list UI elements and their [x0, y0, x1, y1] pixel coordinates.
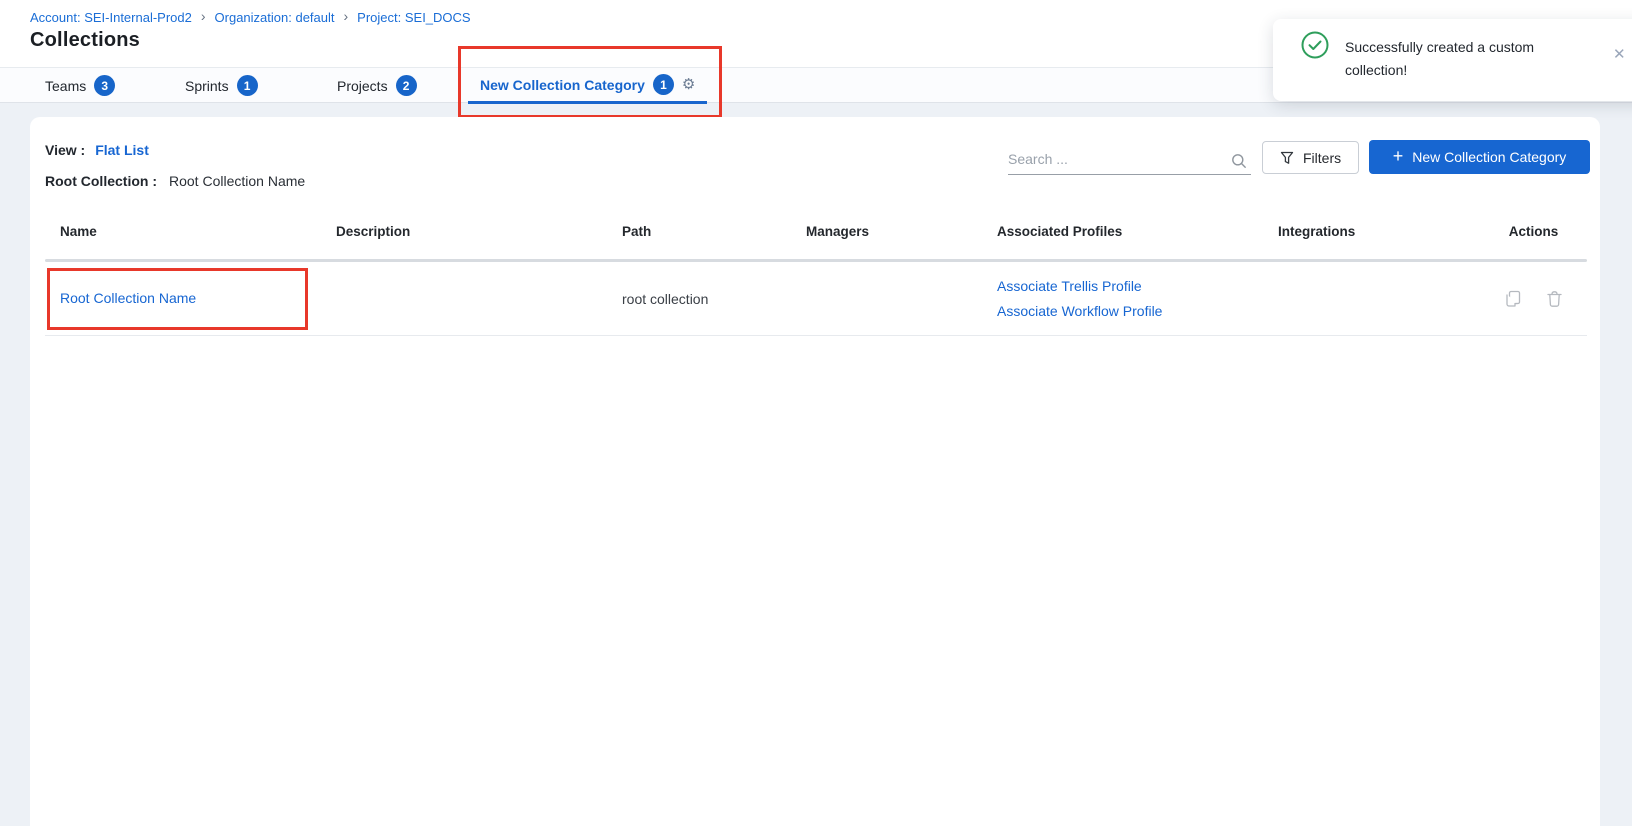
root-collection-value: Root Collection Name: [169, 173, 305, 189]
filters-button[interactable]: Filters: [1262, 141, 1359, 174]
tab-sprints-label: Sprints: [185, 78, 229, 94]
root-collection-label: Root Collection :: [45, 173, 157, 189]
search-input[interactable]: [1008, 147, 1218, 171]
cell-associated-profiles: Associate Trellis Profile Associate Work…: [997, 278, 1278, 319]
tab-sprints-count-badge: 1: [237, 75, 258, 96]
breadcrumb: Account: SEI-Internal-Prod2 › Organizati…: [30, 9, 471, 25]
tab-projects-count-badge: 2: [396, 75, 417, 96]
toast-message: Successfully created a custom collection…: [1345, 36, 1560, 82]
column-header-name: Name: [60, 224, 336, 239]
tab-new-collection-category-label: New Collection Category: [480, 77, 645, 93]
filters-button-label: Filters: [1303, 150, 1341, 166]
breadcrumb-account-link[interactable]: Account: SEI-Internal-Prod2: [30, 10, 192, 25]
plus-icon: +: [1393, 147, 1404, 167]
column-header-managers: Managers: [806, 224, 997, 239]
cell-actions: [1495, 290, 1572, 308]
column-header-actions: Actions: [1495, 224, 1572, 239]
view-flat-list-link[interactable]: Flat List: [95, 142, 149, 158]
chevron-right-icon: ›: [344, 9, 349, 25]
column-header-description: Description: [336, 224, 622, 239]
content-card: View : Flat List Root Collection : Root …: [30, 117, 1600, 826]
tab-teams[interactable]: Teams 3: [33, 68, 127, 103]
table-row: Root Collection Name root collection Ass…: [30, 262, 1600, 335]
tab-new-collection-category[interactable]: New Collection Category 1 ⚙: [468, 68, 707, 104]
tab-new-collection-category-count-badge: 1: [653, 74, 674, 95]
tab-projects-label: Projects: [337, 78, 388, 94]
tab-sprints[interactable]: Sprints 1: [173, 68, 270, 103]
page-title: Collections: [30, 29, 140, 52]
table-row-divider: [45, 335, 1587, 336]
view-label: View :: [45, 142, 85, 158]
column-header-path: Path: [622, 224, 806, 239]
search-box: [1008, 147, 1251, 175]
table-header-row: Name Description Path Managers Associate…: [30, 217, 1600, 245]
cell-path: root collection: [622, 291, 806, 307]
breadcrumb-organization-link[interactable]: Organization: default: [215, 10, 335, 25]
new-collection-category-button-label: New Collection Category: [1412, 149, 1566, 165]
tab-teams-label: Teams: [45, 78, 86, 94]
breadcrumb-project-link[interactable]: Project: SEI_DOCS: [357, 10, 470, 25]
chevron-right-icon: ›: [201, 9, 206, 25]
copy-icon[interactable]: [1504, 290, 1522, 308]
success-toast: Successfully created a custom collection…: [1273, 19, 1632, 101]
associate-workflow-profile-link[interactable]: Associate Workflow Profile: [997, 303, 1278, 319]
tab-teams-count-badge: 3: [94, 75, 115, 96]
column-header-associated-profiles: Associated Profiles: [997, 224, 1278, 239]
trash-icon[interactable]: [1546, 290, 1563, 308]
associate-trellis-profile-link[interactable]: Associate Trellis Profile: [997, 278, 1278, 294]
check-circle-icon: [1301, 31, 1329, 59]
search-icon: [1231, 153, 1247, 169]
collection-name-link[interactable]: Root Collection Name: [60, 290, 196, 306]
tab-projects[interactable]: Projects 2: [325, 68, 429, 103]
new-collection-category-button[interactable]: + New Collection Category: [1369, 140, 1590, 174]
column-header-integrations: Integrations: [1278, 224, 1495, 239]
gear-icon[interactable]: ⚙: [682, 77, 695, 92]
view-row: View : Flat List: [45, 142, 149, 158]
close-icon[interactable]: ✕: [1613, 45, 1626, 63]
cell-name: Root Collection Name: [60, 290, 336, 308]
filter-funnel-icon: [1280, 151, 1294, 165]
root-collection-row: Root Collection : Root Collection Name: [45, 173, 305, 189]
